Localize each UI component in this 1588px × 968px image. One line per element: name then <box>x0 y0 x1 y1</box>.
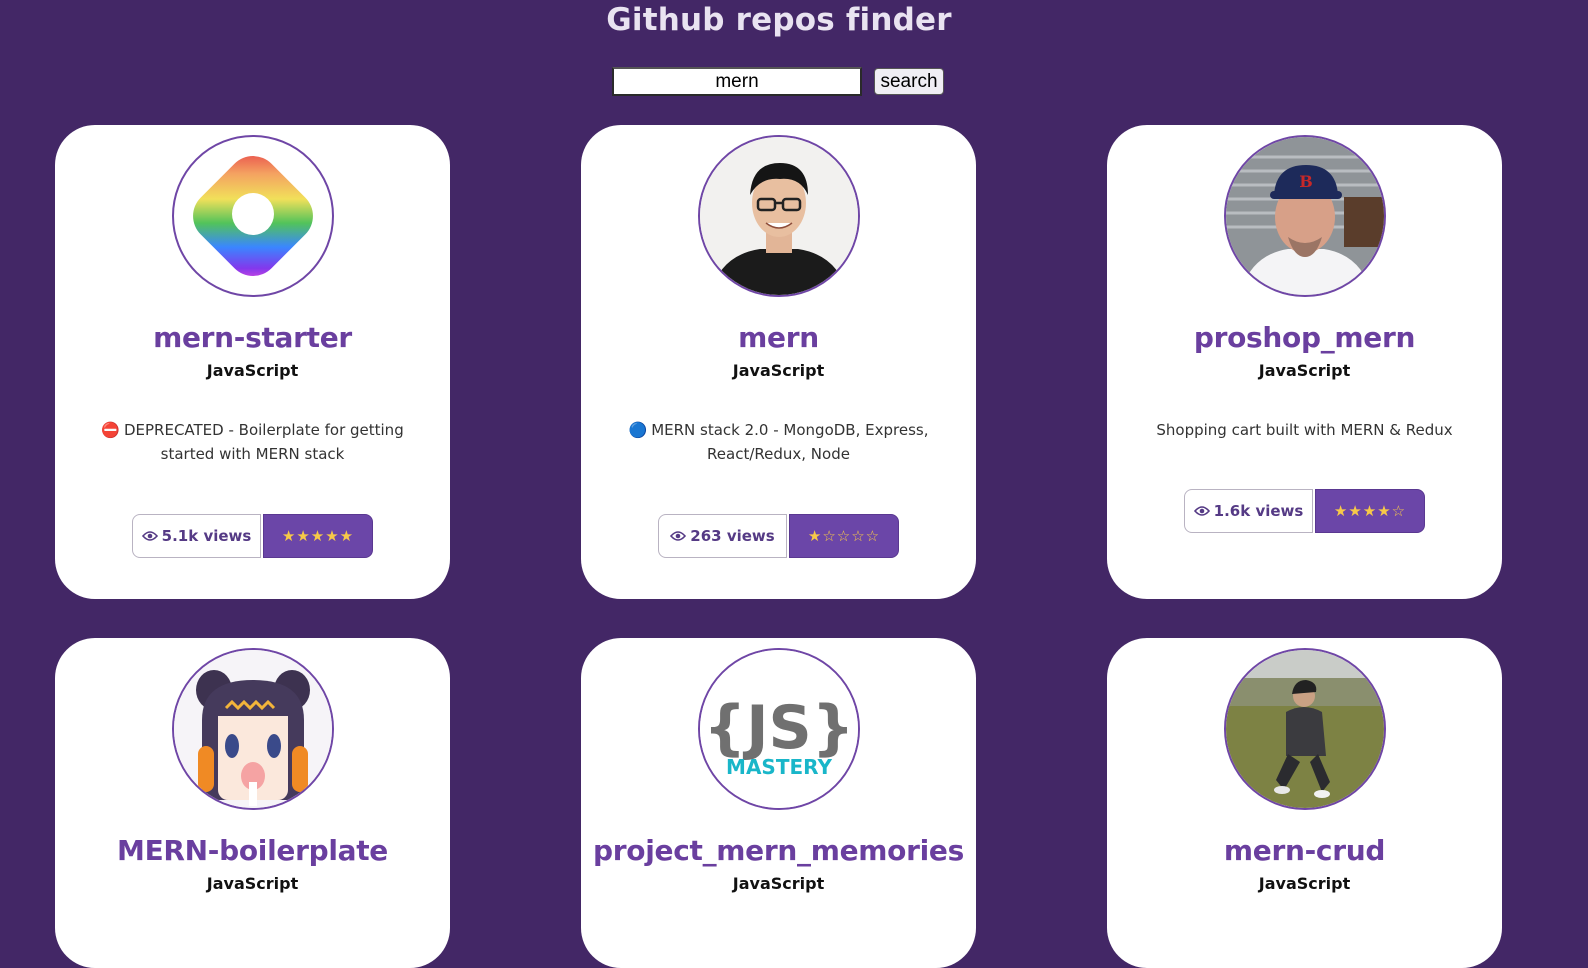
views-button[interactable]: 263 views <box>658 514 787 558</box>
logo-subtext: MASTERY <box>726 755 832 779</box>
stars-button[interactable]: ★☆☆☆☆ <box>789 514 899 558</box>
repo-description-text: Shopping cart built with MERN & Redux <box>1156 421 1453 439</box>
js-mastery-logo-icon: {JS} MASTERY <box>700 650 858 808</box>
repo-card: B proshop_mern JavaScript Shopping cart … <box>1107 125 1502 599</box>
repo-avatar <box>698 135 860 297</box>
views-button[interactable]: 1.6k views <box>1184 489 1313 533</box>
views-count: 1.6k views <box>1213 502 1304 520</box>
views-count: 5.1k views <box>161 527 252 545</box>
repo-name[interactable]: mern-starter <box>55 321 450 354</box>
logo-text: {JS} <box>704 693 855 763</box>
repo-name[interactable]: project_mern_memories <box>581 834 976 867</box>
repo-card: MERN-boilerplate JavaScript <box>55 638 450 968</box>
repo-description: ⛔ DEPRECATED - Boilerplate for getting st… <box>91 418 414 466</box>
repo-avatar: B <box>1224 135 1386 297</box>
views-count: 263 views <box>690 527 775 545</box>
repo-language: JavaScript <box>732 361 825 380</box>
repo-card: mern JavaScript 🔵 MERN stack 2.0 - MongoD… <box>581 125 976 599</box>
views-button[interactable]: 5.1k views <box>132 514 261 558</box>
eye-icon <box>670 531 687 541</box>
repo-card: mern-starter JavaScript ⛔ DEPRECATED - Bo… <box>55 125 450 599</box>
repo-description-text: DEPRECATED - Boilerplate for getting sta… <box>123 421 404 463</box>
eye-icon <box>1193 506 1210 516</box>
repo-language: JavaScript <box>1258 874 1351 893</box>
search-input[interactable] <box>612 67 862 96</box>
repo-language: JavaScript <box>206 361 299 380</box>
repo-description: 🔵 MERN stack 2.0 - MongoDB, Express, Reac… <box>617 418 940 466</box>
eye-icon <box>141 531 158 541</box>
repo-language: JavaScript <box>1258 361 1351 380</box>
stars-button[interactable]: ★★★★☆ <box>1315 489 1425 533</box>
repo-language: JavaScript <box>732 874 825 893</box>
blue-circle-icon: 🔵 <box>628 421 648 439</box>
repo-name[interactable]: mern-crud <box>1107 834 1502 867</box>
svg-text:B: B <box>1299 172 1313 191</box>
repo-avatar <box>172 135 334 297</box>
repo-name[interactable]: mern <box>581 321 976 354</box>
person-cap-icon: B <box>1226 137 1384 295</box>
repo-avatar: {JS} MASTERY <box>698 648 860 810</box>
repo-avatar <box>1224 648 1386 810</box>
rainbow-logo-icon <box>193 156 313 276</box>
repo-language: JavaScript <box>206 874 299 893</box>
repo-card: mern-crud JavaScript <box>1107 638 1502 968</box>
stars-button[interactable]: ★★★★★ <box>263 514 373 558</box>
repo-name[interactable]: proshop_mern <box>1107 321 1502 354</box>
repo-name[interactable]: MERN-boilerplate <box>55 834 450 867</box>
page-title: Github repos finder <box>606 2 952 38</box>
search-button[interactable]: search <box>874 68 944 95</box>
anime-character-icon <box>174 650 332 808</box>
person-field-icon <box>1226 650 1384 808</box>
person-glasses-icon <box>700 137 858 295</box>
repo-description-text: MERN stack 2.0 - MongoDB, Express, React… <box>651 421 929 463</box>
repo-description: Shopping cart built with MERN & Redux <box>1143 418 1466 442</box>
repo-avatar <box>172 648 334 810</box>
no-entry-icon: ⛔ <box>101 421 120 439</box>
repo-card: {JS} MASTERY project_mern_memories JavaS… <box>581 638 976 968</box>
